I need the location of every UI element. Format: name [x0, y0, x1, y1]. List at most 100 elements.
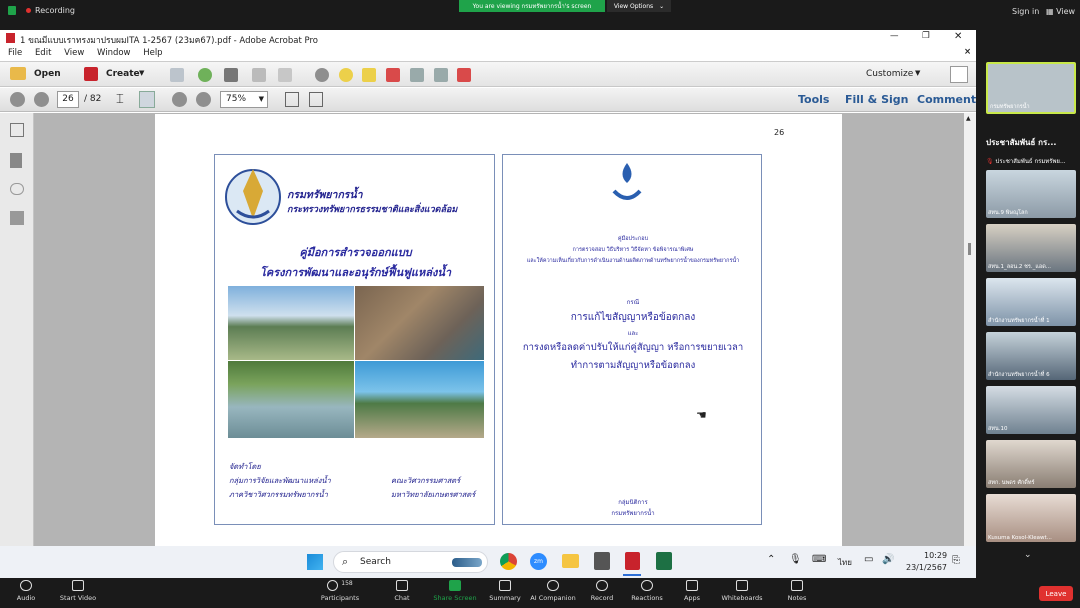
participants-button[interactable]: 158 Participants: [310, 580, 370, 602]
minimize-icon[interactable]: —: [890, 31, 899, 41]
acrobat-taskbar-icon[interactable]: [625, 552, 640, 570]
participant-tile-4[interactable]: สำนักงานทรัพยากรน้ำที่ 6: [986, 332, 1076, 380]
windows-start-icon[interactable]: [307, 554, 323, 570]
participant-tile-3[interactable]: สำนักงานทรัพยากรน้ำที่ 1: [986, 278, 1076, 326]
leave-button[interactable]: Leave: [1039, 586, 1073, 601]
highlight-icon[interactable]: [362, 68, 376, 82]
gallery-scroll-down-icon[interactable]: ⌄: [1024, 550, 1032, 560]
comment-tab[interactable]: Comment: [917, 93, 976, 106]
clock-time[interactable]: 10:29: [924, 551, 947, 560]
customize-button[interactable]: Customize: [866, 69, 913, 79]
participant-tile-5[interactable]: สทน.10: [986, 386, 1076, 434]
prev-page-icon[interactable]: [10, 92, 25, 107]
notification-icon[interactable]: ⎘: [952, 555, 960, 566]
attachment-icon[interactable]: [10, 183, 24, 195]
start-video-button[interactable]: Start Video: [48, 580, 108, 602]
cloud-upload-icon[interactable]: [198, 68, 212, 82]
menu-window[interactable]: Window: [97, 48, 131, 58]
view-options-button[interactable]: View Options ⌄: [607, 0, 671, 12]
menu-file[interactable]: File: [8, 48, 22, 58]
record-icon: [596, 580, 608, 591]
fit-width-icon[interactable]: [309, 92, 323, 107]
keyboard-icon[interactable]: ⌨: [812, 554, 826, 565]
restore-icon[interactable]: ❐: [922, 31, 930, 41]
pdf-page[interactable]: 26 กรมทรัพยากรน้ำ กระทรวงทรัพยากรธรรมชาต…: [155, 114, 842, 546]
tray-chevron-icon[interactable]: ⌃: [767, 554, 775, 565]
fit-page-icon[interactable]: [285, 92, 299, 107]
vertical-scrollbar[interactable]: ▲: [964, 113, 976, 546]
save-icon[interactable]: [170, 68, 184, 82]
email-icon[interactable]: [278, 68, 292, 82]
redact-icon[interactable]: [386, 68, 400, 82]
volume-icon[interactable]: 🔊: [882, 554, 894, 565]
calendar-app-icon[interactable]: [594, 552, 610, 570]
window-title: 1 ขณมีแบบเราทรงมาปรบผมITA 1-2567 (23มค67…: [20, 36, 318, 46]
audio-label: Audio: [16, 594, 36, 602]
participant-tile-2[interactable]: สทน.1_ลอน.2 ชร._แอด...: [986, 224, 1076, 272]
title-bar: 1 ขณมีแบบเราทรงมาปรบผมITA 1-2567 (23มค67…: [0, 30, 976, 46]
fill-sign-tab[interactable]: Fill & Sign: [845, 93, 908, 106]
open-button[interactable]: Open: [34, 69, 61, 79]
close-doc-icon[interactable]: ×: [964, 47, 971, 57]
self-video-tile[interactable]: กรมทรัพยากรน้ำ: [986, 62, 1076, 114]
sign-in-link[interactable]: Sign in: [1012, 7, 1039, 16]
create-dropdown-icon[interactable]: ▼: [139, 69, 144, 77]
file-explorer-icon[interactable]: [562, 554, 579, 568]
zoom-dropdown-icon: ▼: [258, 95, 264, 103]
zoom-out-icon[interactable]: [172, 92, 187, 107]
zoom-in-icon[interactable]: [196, 92, 211, 107]
taskbar-search-box[interactable]: ⌕ Search: [333, 551, 488, 573]
customize-dropdown-icon[interactable]: ▼: [915, 69, 920, 77]
clock-date[interactable]: 23/1/2567: [906, 563, 947, 572]
and-label: และ: [627, 330, 639, 337]
network-icon[interactable]: ▭: [864, 554, 873, 565]
reactions-icon: [641, 580, 653, 591]
menu-help[interactable]: Help: [143, 48, 162, 58]
participants-count: 158: [341, 580, 353, 587]
participant-tile-7[interactable]: Kusuma Kosol-Kleawt...: [986, 494, 1076, 542]
attach-icon[interactable]: [434, 68, 448, 82]
view-button[interactable]: ▦ View: [1046, 7, 1075, 16]
scroll-thumb[interactable]: [968, 243, 971, 255]
participant-tile-1[interactable]: สทน.9 พิษณุโลก: [986, 170, 1076, 218]
menu-edit[interactable]: Edit: [35, 48, 51, 58]
notes-button[interactable]: Notes: [767, 580, 827, 602]
print-icon[interactable]: [224, 68, 238, 82]
department-name: ภาควิชาวิศวกรรมทรัพยากรน้ำ: [229, 490, 328, 499]
chat-button[interactable]: Chat: [372, 580, 432, 602]
comment-bubble-icon[interactable]: [339, 68, 353, 82]
org-name: กรมทรัพยากรน้ำ: [287, 189, 363, 201]
form-icon[interactable]: [457, 68, 471, 82]
expand-icon[interactable]: [950, 66, 968, 83]
recording-indicator[interactable]: Recording: [26, 6, 75, 15]
signature-icon[interactable]: [10, 211, 24, 225]
zoom-app-icon[interactable]: zm: [530, 553, 547, 570]
page-number-input[interactable]: 26: [57, 91, 79, 108]
edit-icon[interactable]: [252, 68, 266, 82]
department-logo-icon: [612, 163, 642, 200]
bookmark-icon[interactable]: [10, 153, 22, 168]
microphone-icon[interactable]: 🎙: [789, 554, 802, 565]
menu-bar: File Edit View Window Help ×: [0, 46, 976, 60]
right-cover: คู่มือประกอบ การตรวจสอบ วิธีบริหาร วิธีจ…: [502, 154, 762, 525]
close-icon[interactable]: ✕: [954, 31, 962, 42]
participant-tile-6[interactable]: สทก. นพดร ศักดิ์ทร์: [986, 440, 1076, 488]
apps-icon: [686, 580, 698, 591]
create-button[interactable]: Create: [106, 69, 140, 79]
chrome-icon[interactable]: [500, 553, 517, 570]
participant-name-0[interactable]: 🎙 ประชาสัมพันธ์ กรมทรัพย...: [986, 156, 1066, 166]
hand-tool-icon[interactable]: [139, 91, 155, 108]
select-cursor-icon[interactable]: ⌶: [116, 92, 124, 107]
participant-1-name: สทน.9 พิษณุโลก: [988, 210, 1028, 216]
next-page-icon[interactable]: [34, 92, 49, 107]
scroll-up-icon[interactable]: ▲: [966, 115, 971, 122]
stamp-icon[interactable]: [410, 68, 424, 82]
tools-tab[interactable]: Tools: [798, 93, 829, 106]
language-indicator[interactable]: ไทย: [838, 556, 852, 569]
excel-icon[interactable]: [656, 552, 672, 570]
page-thumbnails-icon[interactable]: [10, 123, 24, 137]
zoom-level-select[interactable]: 75% ▼: [220, 91, 268, 108]
menu-view[interactable]: View: [64, 48, 84, 58]
gear-icon[interactable]: [315, 68, 329, 82]
whiteboards-button[interactable]: Whiteboards: [712, 580, 772, 602]
